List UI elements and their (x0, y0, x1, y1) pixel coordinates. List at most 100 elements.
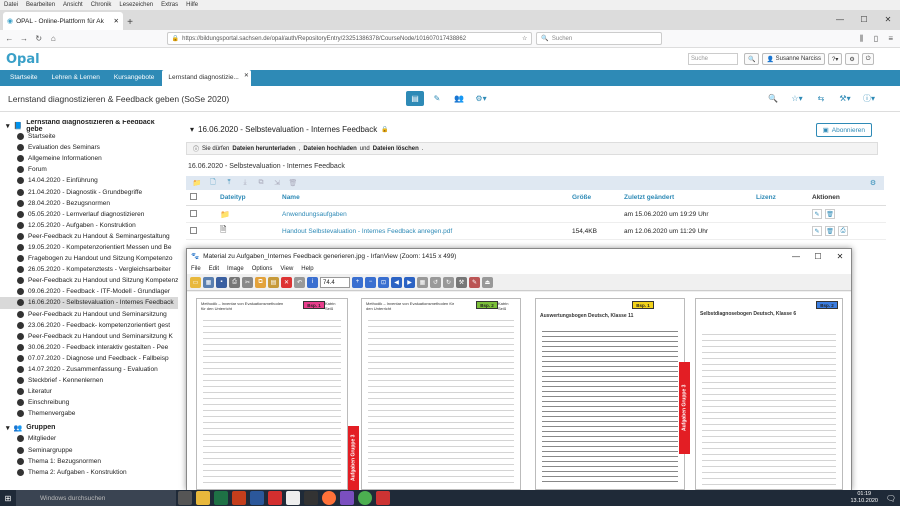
sidebar-item[interactable]: 14.04.2020 - Einführung (0, 175, 178, 186)
minimize-icon[interactable]: — (828, 10, 852, 28)
close-window-icon[interactable]: ✕ (876, 10, 900, 28)
iv-menu-file[interactable]: File (191, 266, 201, 272)
app-icon[interactable] (304, 491, 318, 505)
group-item[interactable]: Mitglieder (0, 433, 178, 444)
caret-down-icon[interactable]: ▾ (190, 125, 194, 134)
library-icon[interactable]: ⫼ (856, 34, 867, 44)
col-dateityp[interactable]: Dateityp (220, 194, 282, 201)
prev-icon[interactable]: ◀ (391, 276, 402, 288)
edit-icon[interactable]: ✎ (812, 209, 822, 219)
menu-extras[interactable]: Extras (161, 0, 178, 10)
sidebar-item[interactable]: 07.07.2020 - Diagnose und Feedback - Fal… (0, 353, 178, 364)
menu-ansicht[interactable]: Ansicht (63, 0, 83, 10)
sidebar-item[interactable]: Peer-Feedback zu Handout und Sitzung Kom… (0, 275, 178, 286)
collapse-groups-icon[interactable]: ▾ (6, 424, 10, 432)
tools-icon[interactable]: ⚒▾ (836, 91, 854, 106)
taskbar-search[interactable]: Windows durchsuchen (16, 490, 176, 506)
zoom-select[interactable]: 74.4 (320, 276, 350, 288)
browser-search-box[interactable]: 🔍 Suchen (536, 32, 662, 45)
group-item[interactable]: Thema 2: Aufgaben - Konstruktion (0, 467, 178, 478)
close-tab-icon[interactable]: ✕ (114, 17, 119, 25)
home-icon[interactable]: ⌂ (48, 34, 59, 43)
course-search-icon[interactable]: 🔍 (764, 91, 782, 106)
file-name[interactable]: Handout Selbstevaluation - Internes Feed… (282, 228, 572, 235)
reload-icon[interactable]: ↻ (33, 34, 44, 43)
table-row[interactable]: 📁 Anwendungsaufgaben am 15.06.2020 um 19… (186, 206, 886, 223)
copy-icon[interactable]: ⧉ (254, 178, 268, 189)
maximize-icon[interactable]: ☐ (852, 10, 876, 28)
fit-icon[interactable]: ⊡ (378, 276, 389, 288)
rotate-right-icon[interactable]: ↻ (443, 276, 454, 288)
tab-kursangebote[interactable]: Kursangebote (108, 70, 160, 86)
iv-maximize-icon[interactable]: ☐ (807, 249, 829, 263)
course-view-icon[interactable]: ▤ (406, 91, 424, 106)
menu-datei[interactable]: Datei (4, 0, 18, 10)
iv-minimize-icon[interactable]: — (785, 249, 807, 263)
firefox-icon[interactable] (322, 491, 336, 505)
move-icon[interactable]: ⇲ (270, 178, 284, 189)
sidebar-item[interactable]: Peer-Feedback zu Handout & Seminargestal… (0, 231, 178, 242)
tab-lehren-lernen[interactable]: Lehren & Lernen (45, 70, 105, 86)
sidebar-item[interactable]: Literatur (0, 386, 178, 397)
zoom-out-icon[interactable]: − (365, 276, 376, 288)
notes-icon[interactable] (286, 491, 300, 505)
sidebar-item[interactable]: Themenvergabe (0, 408, 178, 419)
task-view-icon[interactable] (178, 491, 192, 505)
sidebar-item[interactable]: Allgemeine Informationen (0, 153, 178, 164)
download-icon[interactable]: ⤓ (238, 178, 252, 189)
row-checkbox[interactable] (186, 209, 220, 219)
next-icon[interactable]: ▶ (404, 276, 415, 288)
sidebar-item[interactable]: Peer-Feedback zu Handout und Seminarsitz… (0, 309, 178, 320)
collapse-icon[interactable]: ▾ (6, 122, 10, 130)
sidebar-item[interactable]: 16.06.2020 - Selbstevaluation - Internes… (0, 297, 178, 309)
word-icon[interactable] (250, 491, 264, 505)
delete-selected-icon[interactable]: 🗑 (286, 178, 300, 189)
course-settings-icon[interactable]: ⚙▾ (472, 91, 490, 106)
col-groesse[interactable]: Größe (572, 194, 624, 201)
group-item[interactable]: Seminargruppe (0, 445, 178, 456)
info-icon[interactable]: ⓘ▾ (860, 91, 878, 106)
image-canvas[interactable]: Methodik – Inventar von Evaluationsmetho… (187, 292, 851, 490)
back-icon[interactable]: ← (4, 34, 15, 43)
copy-icon[interactable]: ⧉ (255, 276, 266, 288)
excel-icon[interactable] (214, 491, 228, 505)
settings-icon[interactable]: ⚒ (456, 276, 467, 288)
trash-icon[interactable]: 🗑 (825, 209, 835, 219)
rotate-left-icon[interactable]: ↺ (430, 276, 441, 288)
col-lizenz[interactable]: Lizenz (756, 194, 812, 201)
iv-menu-help[interactable]: Help (301, 266, 313, 272)
iv-menu-image[interactable]: Image (227, 266, 244, 272)
members-icon[interactable]: 👥 (450, 91, 468, 106)
info-icon[interactable]: i (307, 276, 318, 288)
zoom-in-icon[interactable]: + (352, 276, 363, 288)
new-file-icon[interactable]: 🗋 (206, 178, 220, 189)
paint-icon[interactable]: ✎ (469, 276, 480, 288)
cut-icon[interactable]: ✂ (242, 276, 253, 288)
menu-chronik[interactable]: Chronik (91, 0, 112, 10)
subscribe-button[interactable]: ▣ Abonnieren (815, 123, 872, 137)
iv-menu-view[interactable]: View (280, 266, 293, 272)
iv-menu-options[interactable]: Options (252, 266, 273, 272)
close-course-tab-icon[interactable]: ✕ (244, 68, 249, 84)
help-button[interactable]: ?▾ (827, 53, 843, 65)
new-tab-button[interactable]: + (123, 14, 137, 30)
acrobat-icon[interactable] (268, 491, 282, 505)
taskbar-clock[interactable]: 01:19 13.10.2020 (850, 491, 878, 505)
sidebar-item[interactable]: 23.06.2020 - Feedback- kompetenzorientie… (0, 320, 178, 331)
print-icon[interactable]: ⎙ (229, 276, 240, 288)
slideshow-icon[interactable]: ▦ (203, 276, 214, 288)
opal-logo[interactable]: Opal (6, 52, 40, 67)
menu-bearbeiten[interactable]: Bearbeiten (26, 0, 55, 10)
menu-hilfe[interactable]: Hilfe (186, 0, 198, 10)
address-bar[interactable]: 🔒 https://bildungsportal.sachsen.de/opal… (166, 32, 533, 45)
sidebar-item[interactable]: 26.05.2020 - Kompetenztests - Vergleichs… (0, 264, 178, 275)
powerpoint-icon[interactable] (232, 491, 246, 505)
sidebar-item[interactable]: Evaluation des Seminars (0, 142, 178, 153)
delete-icon[interactable]: ✕ (281, 276, 292, 288)
irfanview-taskbar-icon[interactable] (376, 491, 390, 505)
sidebar-item[interactable]: 05.05.2020 - Lernverlauf diagnostizieren (0, 209, 178, 220)
edit-pencil-icon[interactable]: ✎ (428, 91, 446, 106)
sidebar-item[interactable]: 21.04.2020 - Diagnostik - Grundbegriffe (0, 186, 178, 197)
new-folder-icon[interactable]: 📁 (190, 178, 204, 189)
group-item[interactable]: Thema 1: Bezugsnormen (0, 456, 178, 467)
